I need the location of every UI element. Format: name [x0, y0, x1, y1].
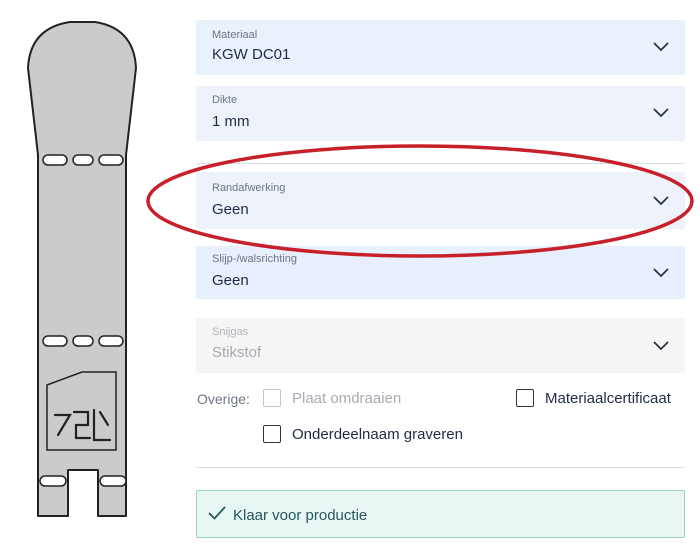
- dikte-select[interactable]: Dikte 1 mm: [196, 86, 685, 141]
- randafwerking-select[interactable]: Randafwerking Geen: [196, 172, 685, 229]
- production-status: Klaar voor productie: [196, 490, 685, 538]
- checkbox-box[interactable]: [263, 425, 281, 443]
- materiaal-select[interactable]: Materiaal KGW DC01: [196, 20, 685, 75]
- slijprichting-label: Slijp-/walsrichting: [212, 253, 297, 265]
- section-divider: [196, 467, 685, 468]
- checkmark-icon: [208, 506, 226, 520]
- checkbox-box[interactable]: [516, 389, 534, 407]
- dikte-value: 1 mm: [212, 113, 250, 130]
- randafwerking-label: Randafwerking: [212, 182, 286, 194]
- snijgas-label: Snijgas: [212, 326, 249, 338]
- slijprichting-select[interactable]: Slijp-/walsrichting Geen: [196, 246, 685, 299]
- randafwerking-value: Geen: [212, 201, 249, 218]
- chevron-down-icon: [653, 268, 669, 278]
- chevron-down-icon: [653, 42, 669, 52]
- chevron-down-icon: [653, 108, 669, 118]
- part-preview: [0, 0, 180, 558]
- materiaal-label: Materiaal: [212, 29, 258, 41]
- checkbox-box[interactable]: [263, 389, 281, 407]
- onderdeelnaam-graveren-label: Onderdeelnaam graveren: [292, 425, 463, 443]
- plaat-omdraaien-label: Plaat omdraaien: [292, 389, 402, 407]
- dikte-label: Dikte: [212, 94, 238, 106]
- plaat-omdraaien-checkbox[interactable]: Plaat omdraaien: [263, 389, 401, 407]
- snijgas-value: Stikstof: [212, 344, 262, 361]
- onderdeelnaam-graveren-checkbox[interactable]: Onderdeelnaam graveren: [263, 425, 463, 443]
- materiaalcertificaat-label: Materiaalcertificaat: [545, 389, 671, 407]
- section-divider: [196, 163, 685, 164]
- status-message: Klaar voor productie: [233, 507, 368, 524]
- materiaal-value: KGW DC01: [212, 46, 291, 63]
- snijgas-select[interactable]: Snijgas Stikstof: [196, 318, 685, 373]
- chevron-down-icon: [653, 341, 669, 351]
- overige-label: Overige:: [197, 391, 250, 407]
- chevron-down-icon: [653, 196, 669, 206]
- materiaalcertificaat-checkbox[interactable]: Materiaalcertificaat: [516, 389, 671, 407]
- part-drawing: [27, 21, 137, 517]
- slijprichting-value: Geen: [212, 272, 249, 289]
